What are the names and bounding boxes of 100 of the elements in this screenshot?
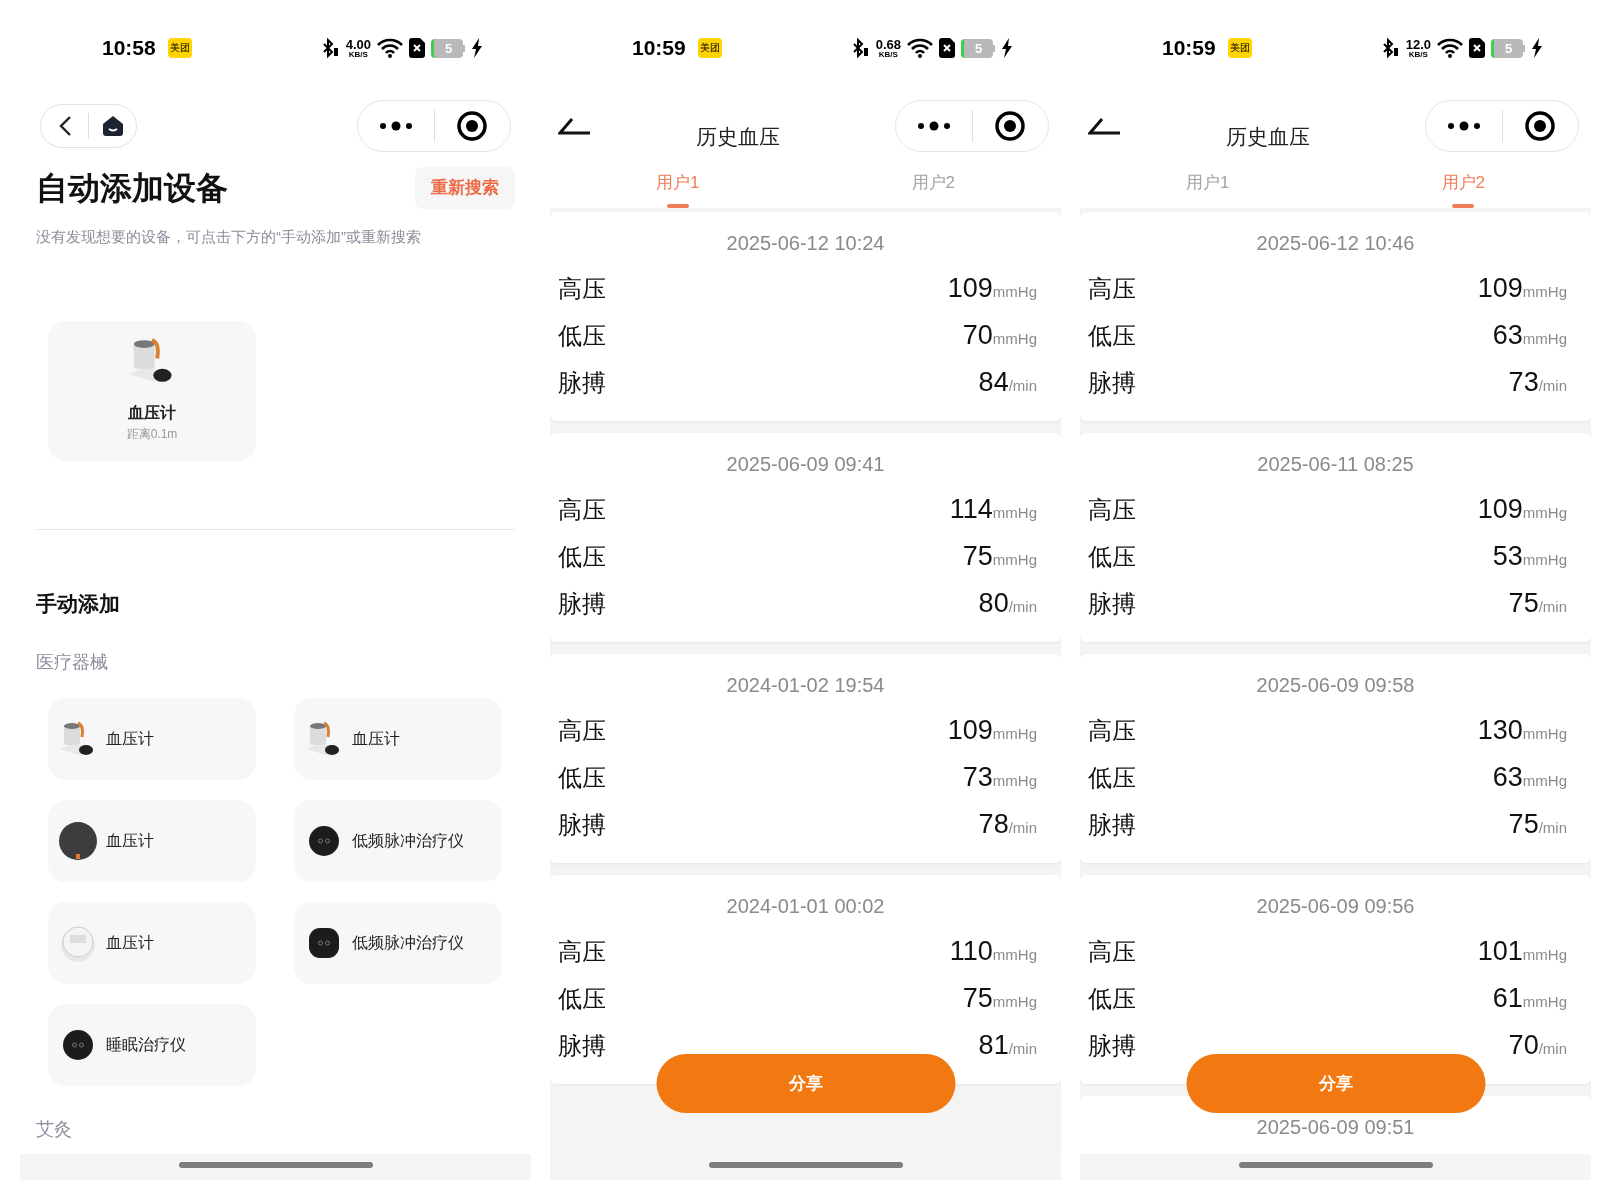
net-speed: 4.00 xyxy=(345,37,371,51)
sim-icon xyxy=(939,38,955,58)
measure-label: 高压 xyxy=(1088,715,1136,746)
device-item[interactable]: 血压计 xyxy=(48,902,256,984)
measure-value: 53mmHg xyxy=(1492,540,1567,573)
more-icon[interactable] xyxy=(378,121,413,131)
sim-icon xyxy=(1469,38,1485,58)
back-icon[interactable] xyxy=(558,116,592,136)
close-target-icon[interactable] xyxy=(1524,110,1557,142)
page-title: 自动添加设备 xyxy=(36,169,228,208)
measure-value: 63mmHg xyxy=(1492,319,1567,352)
measure-label: 高压 xyxy=(558,715,606,746)
page-title: 历史血压 xyxy=(1226,124,1310,151)
measure-label: 高压 xyxy=(1088,273,1136,304)
measure-label: 高压 xyxy=(558,936,606,967)
measure-value: 110mmHg xyxy=(949,935,1037,968)
record-time: 2025-06-09 09:56 xyxy=(1255,893,1416,919)
measure-label: 高压 xyxy=(1088,494,1136,525)
device-name: 血压计 xyxy=(128,402,176,423)
record-time: 2025-06-12 10:46 xyxy=(1255,230,1416,256)
charging-icon xyxy=(1001,38,1013,58)
wifi-icon xyxy=(1437,38,1463,58)
device-item[interactable]: 低频脉冲治疗仪 xyxy=(294,902,502,984)
device-name: 血压计 xyxy=(106,933,154,953)
record-time: 2025-06-12 10:24 xyxy=(725,230,886,256)
device-card[interactable]: 血压计 距离0.1m xyxy=(48,320,256,461)
device-item[interactable]: 睡眠治疗仪 xyxy=(48,1004,256,1086)
net-unit: KB/S xyxy=(348,50,368,59)
measure-value: 73/min xyxy=(1508,366,1567,399)
capsule-menu[interactable] xyxy=(895,100,1049,152)
close-target-icon[interactable] xyxy=(994,110,1027,142)
measure-value: 78/min xyxy=(978,808,1037,841)
device-item[interactable]: 低频脉冲治疗仪 xyxy=(294,800,502,882)
measure-label: 脉搏 xyxy=(558,367,606,398)
measure-value: 75mmHg xyxy=(962,540,1037,573)
device-name: 血压计 xyxy=(352,729,400,749)
capsule-menu[interactable] xyxy=(1425,100,1579,152)
measure-label: 低压 xyxy=(558,762,606,793)
net-unit: KB/S xyxy=(1408,50,1428,59)
home-icon[interactable] xyxy=(100,114,125,138)
record-time: 2025-06-09 09:41 xyxy=(725,451,886,477)
record-time: 2024-01-01 00:02 xyxy=(725,893,886,919)
sim-icon xyxy=(409,38,425,58)
category-title: 艾灸 xyxy=(35,1118,73,1141)
measure-value: 75/min xyxy=(1508,587,1567,620)
device-name: 睡眠治疗仪 xyxy=(106,1035,186,1055)
measure-value: 101mmHg xyxy=(1477,935,1567,968)
wifi-icon xyxy=(377,38,403,58)
measure-label: 脉搏 xyxy=(558,588,606,619)
capsule-menu[interactable] xyxy=(357,100,511,152)
device-name: 低频脉冲治疗仪 xyxy=(352,831,464,851)
measure-label: 低压 xyxy=(1088,983,1136,1014)
app-badge: 美团 xyxy=(697,38,722,58)
charging-icon xyxy=(1531,38,1543,58)
category-title: 医疗器械 xyxy=(35,651,109,674)
measure-label: 脉搏 xyxy=(1088,809,1136,840)
back-icon[interactable] xyxy=(1088,116,1122,136)
record-time: 2025-06-09 09:51 xyxy=(1255,1114,1416,1140)
measure-label: 脉搏 xyxy=(1088,367,1136,398)
measure-label: 低压 xyxy=(558,320,606,351)
measure-label: 低压 xyxy=(1088,320,1136,351)
measure-value: 109mmHg xyxy=(947,714,1037,747)
record-time: 2024-01-02 19:54 xyxy=(725,672,886,698)
record-time: 2025-06-09 09:58 xyxy=(1255,672,1416,698)
battery-percent: 5 xyxy=(1504,41,1513,55)
round-device-icon xyxy=(58,923,98,963)
measure-label: 高压 xyxy=(558,494,606,525)
device-item[interactable]: 血压计 xyxy=(294,698,502,780)
measure-label: 高压 xyxy=(558,273,606,304)
measure-label: 脉搏 xyxy=(1088,588,1136,619)
device-distance: 距离0.1m xyxy=(126,425,178,443)
measure-value: 130mmHg xyxy=(1477,714,1567,747)
measure-value: 84/min xyxy=(978,366,1037,399)
round-device-icon xyxy=(58,821,98,861)
measure-value: 109mmHg xyxy=(947,272,1037,305)
net-speed: 12.0 xyxy=(1405,37,1431,51)
measure-value: 73mmHg xyxy=(962,761,1037,794)
measure-value: 80/min xyxy=(978,587,1037,620)
more-icon[interactable] xyxy=(916,121,951,131)
battery-percent: 5 xyxy=(444,41,453,55)
measure-value: 61mmHg xyxy=(1492,982,1567,1015)
device-item[interactable]: 血压计 xyxy=(48,800,256,882)
record-time: 2025-06-11 08:25 xyxy=(1256,451,1415,477)
back-icon[interactable] xyxy=(57,115,72,137)
measure-label: 脉搏 xyxy=(558,1030,606,1061)
status-time: 10:59 xyxy=(1162,35,1216,62)
net-speed: 0.68 xyxy=(875,37,901,51)
measure-value: 63mmHg xyxy=(1492,761,1567,794)
measure-label: 低压 xyxy=(1088,541,1136,572)
measure-value: 114mmHg xyxy=(949,493,1037,526)
measure-label: 低压 xyxy=(558,983,606,1014)
device-item[interactable]: 血压计 xyxy=(48,698,256,780)
app-badge: 美团 xyxy=(167,38,192,58)
close-target-icon[interactable] xyxy=(456,110,489,142)
charging-icon xyxy=(471,38,483,58)
app-badge: 美团 xyxy=(1227,38,1252,58)
more-icon[interactable] xyxy=(1446,121,1481,131)
section-title: 手动添加 xyxy=(35,590,121,617)
measure-label: 脉搏 xyxy=(558,809,606,840)
measure-value: 75/min xyxy=(1508,808,1567,841)
